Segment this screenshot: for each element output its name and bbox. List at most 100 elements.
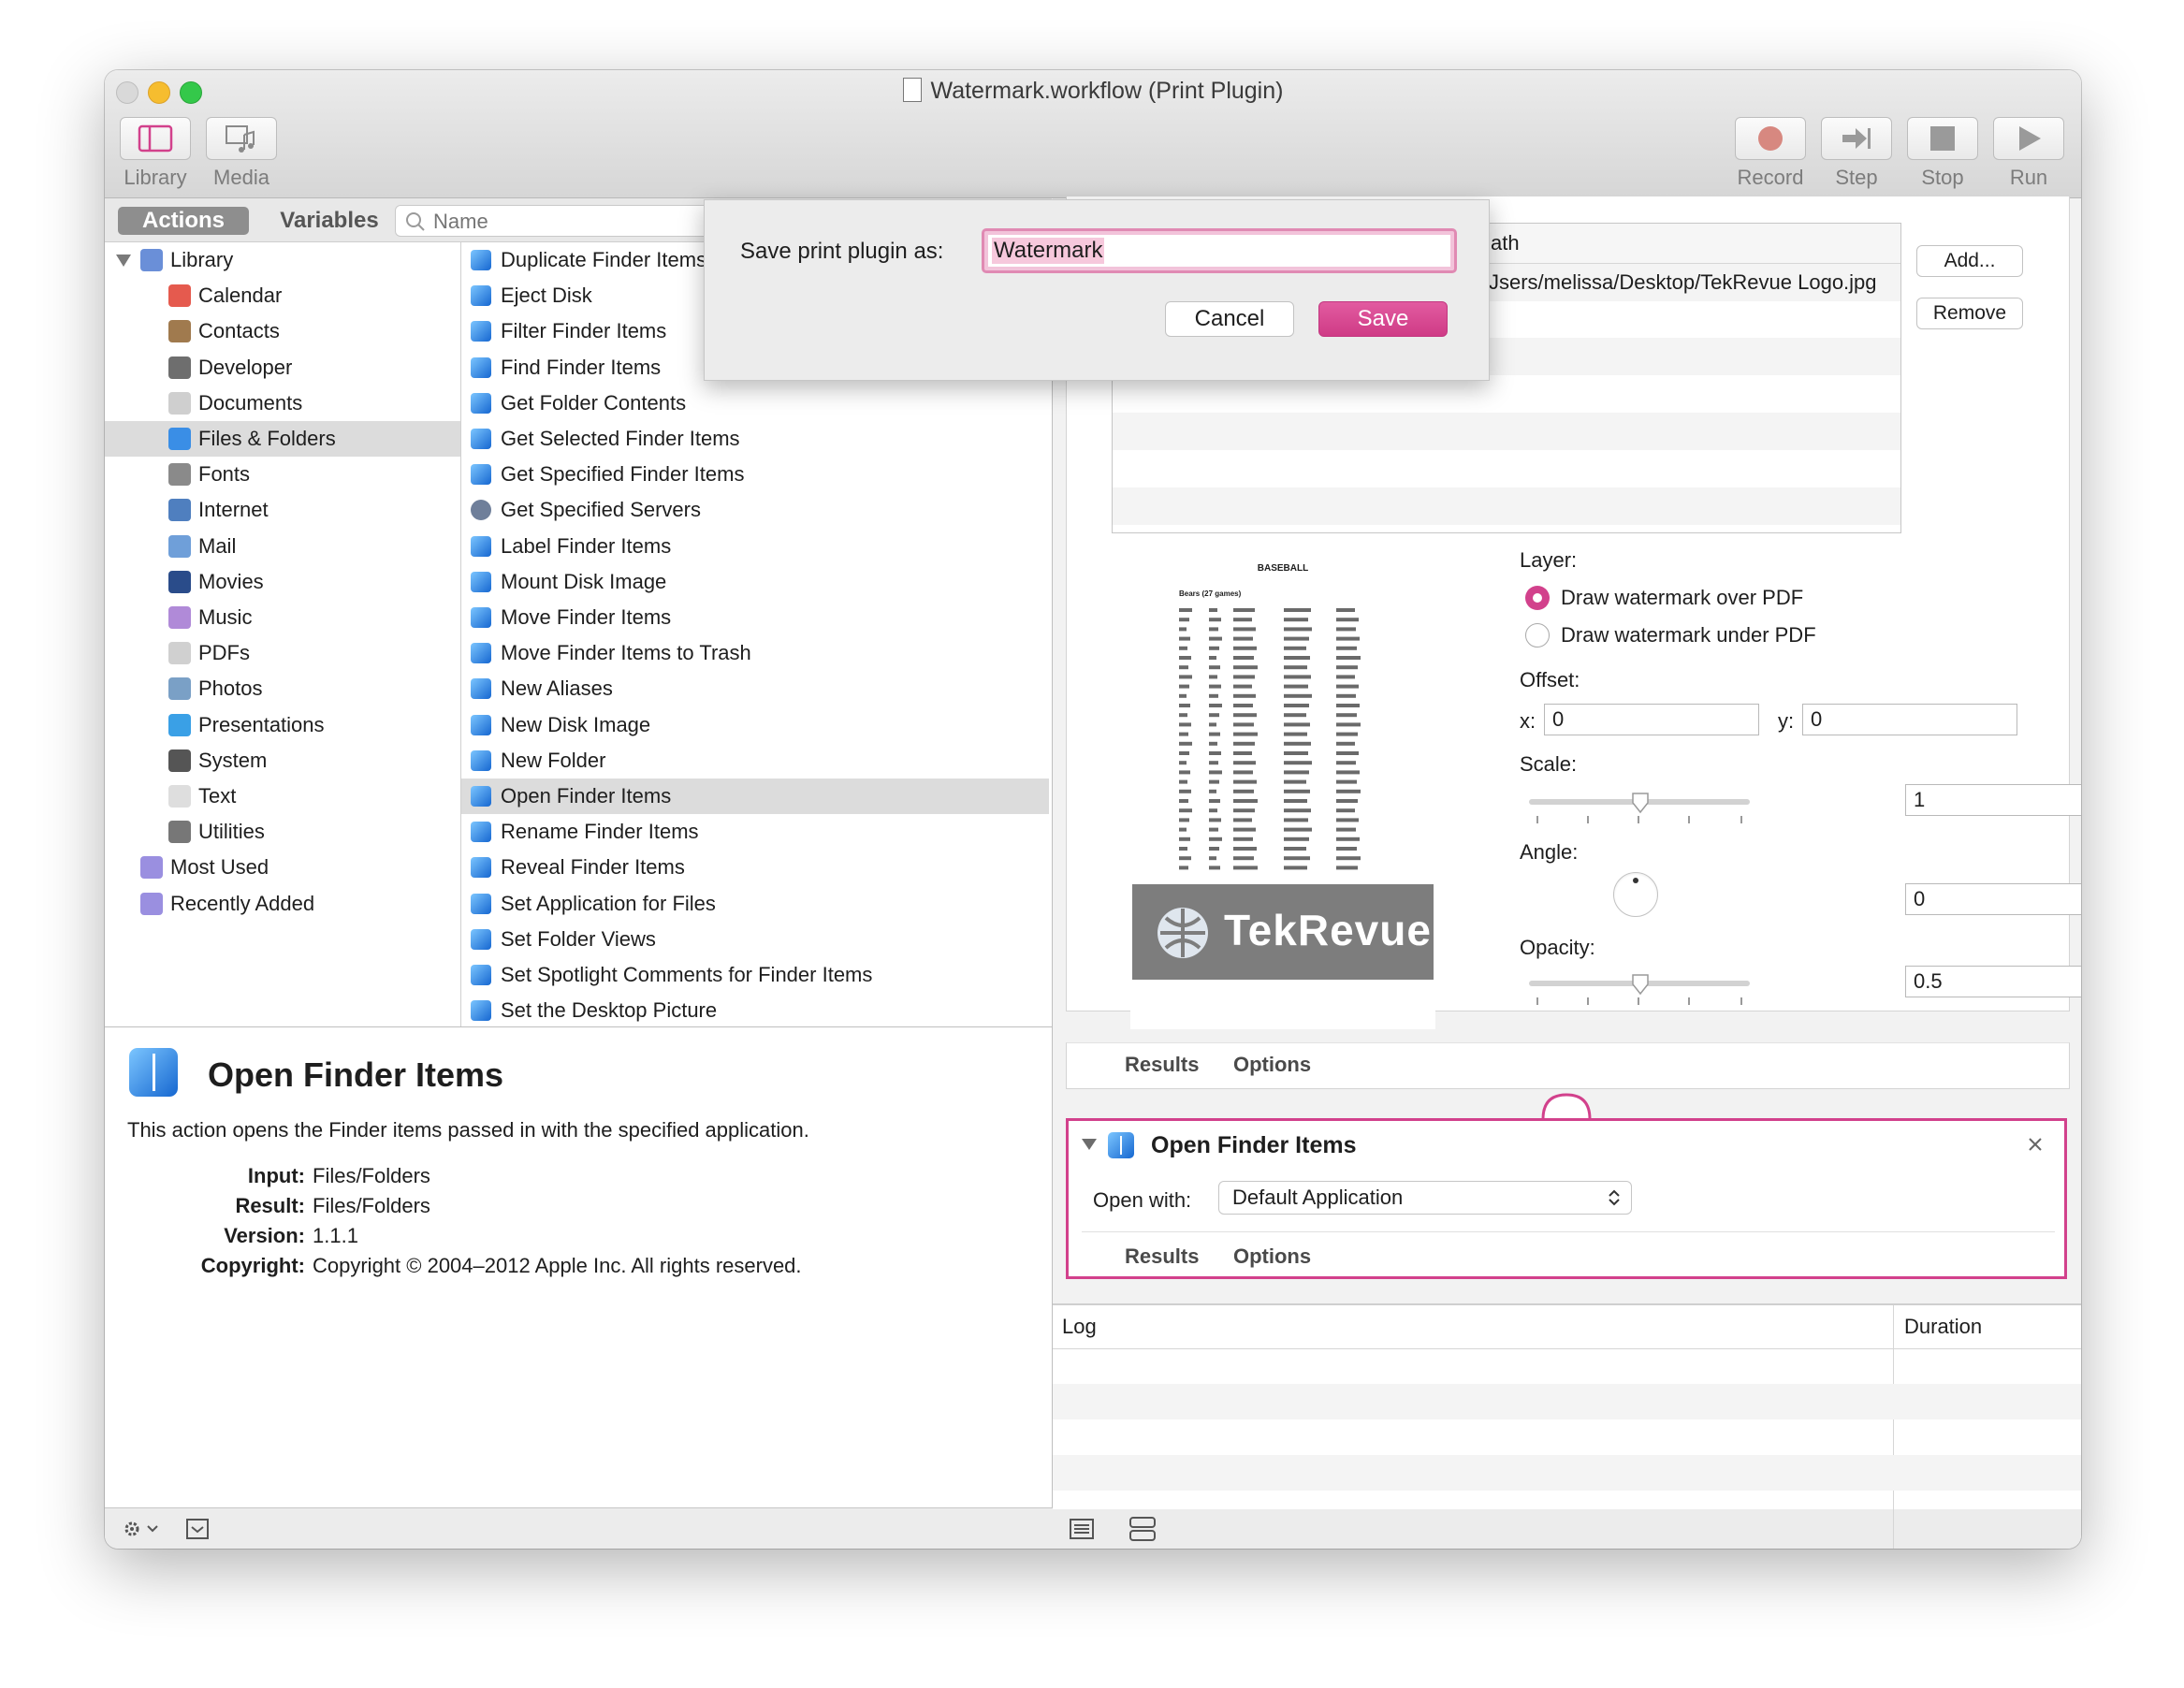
save-as-field[interactable]: Watermark: [982, 228, 1457, 273]
offset-x-field[interactable]: 0: [1544, 704, 1759, 735]
sidebar-item[interactable]: Fonts: [105, 457, 460, 492]
finder-icon: [471, 571, 491, 592]
disclosure-triangle-icon[interactable]: [1080, 1136, 1099, 1153]
sidebar-item[interactable]: Movies: [105, 564, 460, 600]
opacity-slider-knob[interactable]: [1631, 973, 1650, 996]
schedule-text-line: [1209, 770, 1222, 775]
action-list-item[interactable]: New Aliases: [461, 671, 1049, 706]
run-icon: [2019, 126, 2041, 151]
watermark-results-button[interactable]: Results: [1125, 1053, 1199, 1077]
finder-icon: [471, 250, 491, 270]
description-toggle-icon[interactable]: [185, 1518, 210, 1540]
open-finder-results-button[interactable]: Results: [1125, 1244, 1199, 1269]
open-with-select[interactable]: Default Application: [1218, 1181, 1632, 1215]
cancel-button[interactable]: Cancel: [1165, 301, 1294, 337]
sidebar-item[interactable]: PDFs: [105, 635, 460, 671]
list-view-icon[interactable]: [1069, 1518, 1095, 1540]
stop-button[interactable]: [1907, 117, 1978, 160]
add-button[interactable]: Add...: [1916, 245, 2023, 277]
action-list-item[interactable]: Get Selected Finder Items: [461, 421, 1049, 457]
sidebar-item[interactable]: Internet: [105, 492, 460, 528]
action-list-item[interactable]: Get Folder Contents: [461, 386, 1049, 421]
path-row-empty: [1113, 413, 1900, 450]
library-button[interactable]: [120, 117, 191, 160]
gear-icon[interactable]: [122, 1518, 161, 1540]
watermark-options-button[interactable]: Options: [1233, 1053, 1311, 1077]
layer-under-radio[interactable]: [1525, 623, 1550, 648]
action-list-item-label: Mount Disk Image: [501, 569, 667, 593]
sidebar-item[interactable]: Music: [105, 600, 460, 635]
flow-view-icon[interactable]: [1128, 1516, 1157, 1542]
scale-field[interactable]: 1: [1905, 784, 2081, 816]
sidebar-item-label: Music: [198, 605, 253, 629]
offset-y-field[interactable]: 0: [1802, 704, 2017, 735]
step-button[interactable]: [1821, 117, 1892, 160]
action-list-item[interactable]: Set Spotlight Comments for Finder Items: [461, 957, 1049, 993]
media-button[interactable]: [206, 117, 277, 160]
close-icon[interactable]: [2027, 1136, 2044, 1153]
action-list-item[interactable]: Move Finder Items to Trash: [461, 635, 1049, 671]
action-list-item[interactable]: Mount Disk Image: [461, 564, 1049, 600]
description-field-key: Result:: [235, 1194, 305, 1217]
sidebar-item-label: Recently Added: [170, 891, 315, 915]
action-list-item[interactable]: Label Finder Items: [461, 529, 1049, 564]
sidebar-item[interactable]: Calendar: [105, 278, 460, 313]
schedule-text-line: [1336, 713, 1357, 718]
scale-slider-knob[interactable]: [1631, 792, 1650, 814]
sidebar-item[interactable]: Presentations: [105, 707, 460, 743]
log-column-header[interactable]: Log: [1062, 1315, 1097, 1339]
bottom-bar: [105, 1507, 2081, 1549]
sidebar-item[interactable]: Developer: [105, 350, 460, 386]
run-button[interactable]: [1993, 117, 2064, 160]
sidebar-item[interactable]: Files & Folders: [105, 421, 460, 457]
schedule-text-line: [1179, 799, 1188, 803]
schedule-text-line: [1233, 732, 1258, 736]
sidebar-item[interactable]: Contacts: [105, 313, 460, 349]
schedule-text-line: [1336, 789, 1361, 793]
action-list-item[interactable]: New Folder: [461, 743, 1049, 779]
action-list-item-label: Filter Finder Items: [501, 319, 667, 343]
schedule-text-line: [1336, 722, 1361, 727]
sidebar-item[interactable]: Text: [105, 779, 460, 814]
action-list-item[interactable]: Reveal Finder Items: [461, 850, 1049, 885]
angle-dial[interactable]: [1613, 872, 1658, 917]
sidebar-item[interactable]: Most Used: [105, 850, 460, 885]
sidebar-item[interactable]: Mail: [105, 529, 460, 564]
open-finder-action[interactable]: Open Finder Items Open with: Default App…: [1066, 1118, 2067, 1279]
action-list-item[interactable]: Get Specified Finder Items: [461, 457, 1049, 492]
angle-field[interactable]: 0: [1905, 883, 2081, 915]
workflow-document-icon: [902, 78, 922, 102]
action-list-item[interactable]: Open Finder Items: [461, 779, 1049, 814]
sidebar-item[interactable]: Documents: [105, 386, 460, 421]
action-list-item[interactable]: Set Folder Views: [461, 922, 1049, 957]
schedule-text-line: [1284, 608, 1311, 612]
disclosure-triangle-icon[interactable]: [116, 255, 131, 267]
action-list-item[interactable]: Set Application for Files: [461, 886, 1049, 922]
action-list-item[interactable]: Set the Desktop Picture: [461, 993, 1049, 1026]
remove-button[interactable]: Remove: [1916, 298, 2023, 329]
description-pane: Open Finder Items This action opens the …: [105, 1026, 1053, 1508]
save-button[interactable]: Save: [1318, 301, 1448, 337]
sidebar-item[interactable]: System: [105, 743, 460, 779]
sidebar-item[interactable]: Library: [105, 242, 460, 278]
record-button[interactable]: [1735, 117, 1806, 160]
schedule-text-line: [1209, 837, 1222, 841]
tab-variables[interactable]: Variables: [264, 207, 395, 235]
schedule-text-line: [1284, 732, 1307, 736]
sidebar-item[interactable]: Photos: [105, 671, 460, 706]
layer-over-radio[interactable]: [1525, 586, 1550, 610]
action-list-item[interactable]: New Disk Image: [461, 707, 1049, 743]
sidebar-item[interactable]: Utilities: [105, 814, 460, 850]
tab-actions[interactable]: Actions: [118, 207, 249, 235]
schedule-text-line: [1233, 808, 1255, 813]
action-list-item[interactable]: Move Finder Items: [461, 600, 1049, 635]
action-list-item[interactable]: Get Specified Servers: [461, 492, 1049, 528]
open-finder-options-button[interactable]: Options: [1233, 1244, 1311, 1269]
action-list-item-label: Set Spotlight Comments for Finder Items: [501, 963, 873, 986]
save-as-input[interactable]: Watermark: [988, 235, 1450, 267]
divider: [1082, 1231, 2055, 1232]
sidebar-item[interactable]: Recently Added: [105, 886, 460, 922]
opacity-field[interactable]: 0.5: [1905, 966, 2081, 997]
duration-column-header[interactable]: Duration: [1904, 1315, 1982, 1339]
action-list-item[interactable]: Rename Finder Items: [461, 814, 1049, 850]
